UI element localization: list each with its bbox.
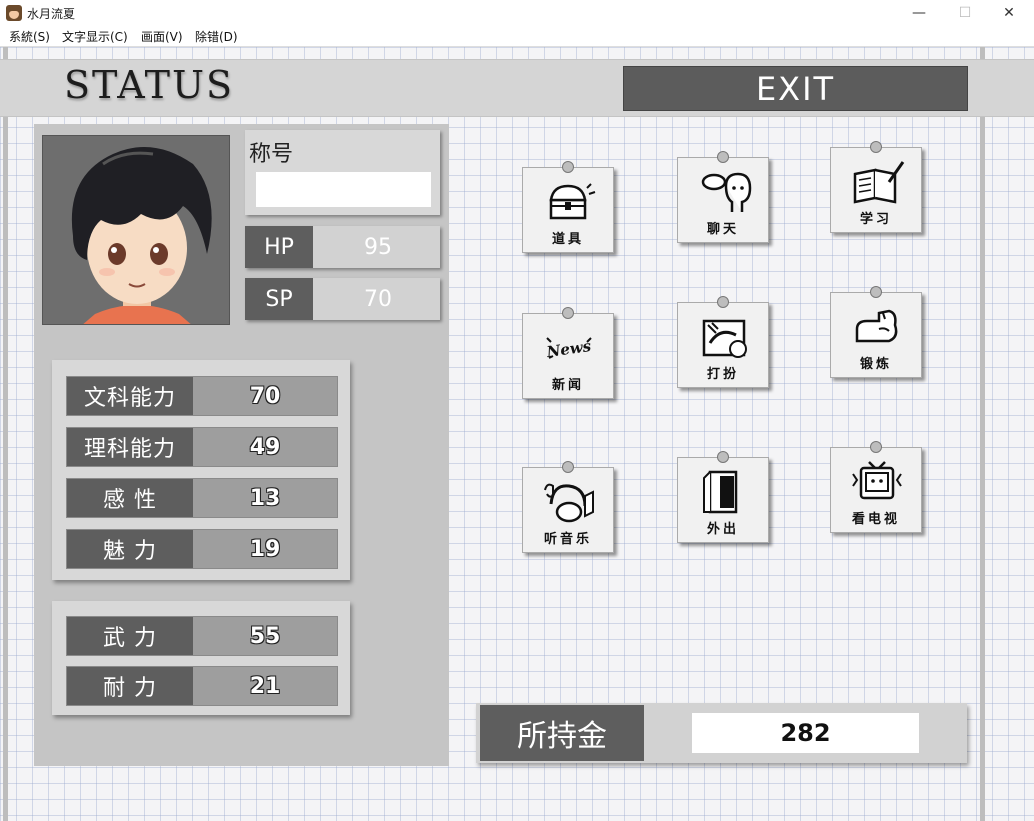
gold-value: 282 — [692, 713, 919, 753]
command-music[interactable]: 听音乐 — [522, 461, 614, 553]
combat-stats-box: 武 力 55 耐 力 21 — [52, 601, 350, 715]
stat-value: 55 — [249, 623, 281, 649]
stat-row-strength: 武 力 55 — [66, 616, 338, 656]
command-label: 打扮 — [706, 367, 739, 382]
stat-label: 魅 力 — [67, 530, 193, 568]
command-items[interactable]: 道具 — [522, 161, 614, 253]
close-button[interactable]: ✕ — [986, 0, 1032, 26]
command-label: 聊天 — [706, 222, 739, 237]
chat-icon — [701, 172, 752, 212]
command-exercise[interactable]: 锻炼 — [830, 286, 922, 378]
command-label: 锻炼 — [859, 357, 892, 372]
maximize-button[interactable]: ☐ — [942, 0, 988, 26]
stat-row-sensibility: 感 性 13 — [66, 478, 338, 518]
character-portrait — [42, 135, 230, 325]
sp-bar: SP 70 — [245, 278, 440, 320]
title-field — [256, 172, 431, 207]
stat-value: 49 — [249, 434, 281, 460]
stat-value: 19 — [249, 536, 281, 562]
door-icon — [703, 470, 738, 514]
title-label: 称号 — [249, 142, 294, 167]
command-label: 道具 — [551, 232, 584, 247]
stat-row-charm: 魅 力 19 — [66, 529, 338, 569]
dress-up-icon — [702, 319, 747, 358]
sp-label: SP — [245, 278, 313, 320]
menu-bar: 系統(S) 文字显示(C) 画面(V) 除错(D) — [0, 26, 1034, 47]
stat-value: 21 — [249, 673, 281, 699]
muscle-icon — [855, 309, 898, 343]
hp-bar: HP 95 — [245, 226, 440, 268]
stat-value: 70 — [249, 383, 281, 409]
news-icon: News — [545, 337, 593, 361]
command-label: 听音乐 — [543, 532, 592, 547]
stat-row-science: 理科能力 49 — [66, 427, 338, 467]
exit-button[interactable]: EXIT — [623, 66, 968, 111]
command-label: 外出 — [706, 522, 739, 537]
command-dress-up[interactable]: 打扮 — [677, 296, 769, 388]
stat-row-liberal-arts: 文科能力 70 — [66, 376, 338, 416]
command-label: 新闻 — [551, 378, 584, 393]
stat-label: 武 力 — [67, 617, 193, 655]
ability-stats-box: 文科能力 70 理科能力 49 感 性 13 魅 力 19 — [52, 360, 350, 580]
sp-value: 70 — [364, 286, 392, 312]
gold-label: 所持金 — [480, 705, 644, 761]
frame-line-right — [980, 47, 985, 821]
hp-label: HP — [245, 226, 313, 268]
stat-label: 文科能力 — [67, 377, 193, 415]
app-icon — [6, 5, 22, 21]
command-go-out[interactable]: 外出 — [677, 451, 769, 543]
stat-value: 13 — [249, 485, 281, 511]
window-title: 水月流夏 — [27, 7, 76, 21]
command-label: 看电视 — [851, 512, 900, 527]
command-news[interactable]: News 新闻 — [522, 307, 614, 399]
command-study[interactable]: 学习 — [830, 141, 922, 233]
gold-panel: 所持金 282 — [476, 703, 967, 763]
menu-text-display[interactable]: 文字显示(C) — [62, 28, 128, 45]
tv-icon — [852, 461, 902, 500]
menu-debug[interactable]: 除错(D) — [195, 28, 238, 45]
frame-line-left — [3, 47, 8, 821]
game-screen: STATUS EXIT 称号 HP 95 SP 70 文科能力 70 理科能力 … — [0, 47, 1034, 821]
stat-label: 理科能力 — [67, 428, 193, 466]
status-title: STATUS — [64, 63, 235, 107]
title-box: 称号 — [245, 130, 440, 215]
command-label: 学习 — [859, 212, 892, 227]
window-titlebar: 水月流夏 — ☐ ✕ — [0, 0, 1034, 26]
treasure-chest-icon — [549, 183, 596, 220]
menu-screen[interactable]: 画面(V) — [141, 28, 183, 45]
stat-label: 感 性 — [67, 479, 193, 517]
menu-system[interactable]: 系統(S) — [9, 28, 50, 45]
command-chat[interactable]: 聊天 — [677, 151, 769, 243]
stat-row-endurance: 耐 力 21 — [66, 666, 338, 706]
minimize-button[interactable]: — — [896, 0, 942, 26]
study-icon — [853, 161, 905, 204]
stat-label: 耐 力 — [67, 667, 193, 705]
hp-value: 95 — [364, 234, 392, 260]
command-watch-tv[interactable]: 看电视 — [830, 441, 922, 533]
music-icon — [544, 483, 594, 523]
